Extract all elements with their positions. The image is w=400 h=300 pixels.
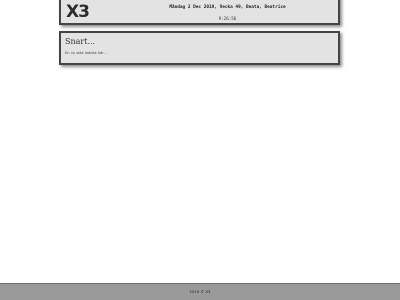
footer-bar: 2019 © X3 [0,283,400,300]
footer-copyright: 2019 © X3 [189,289,211,294]
content-panel: Snart... En ny sida laddas här... [59,31,340,65]
date-week-nameday: Måndag 2 Dec 2019, Vecka 49, Beata, Beat… [169,5,286,10]
content-text: En ny sida laddas här... [65,51,107,55]
site-logo[interactable]: X3 [66,4,90,21]
content-title: Snart... [65,37,96,46]
header-panel: X3 Måndag 2 Dec 2019, Vecka 49, Beata, B… [59,0,340,25]
clock-time: 9:26:56 [218,16,237,21]
